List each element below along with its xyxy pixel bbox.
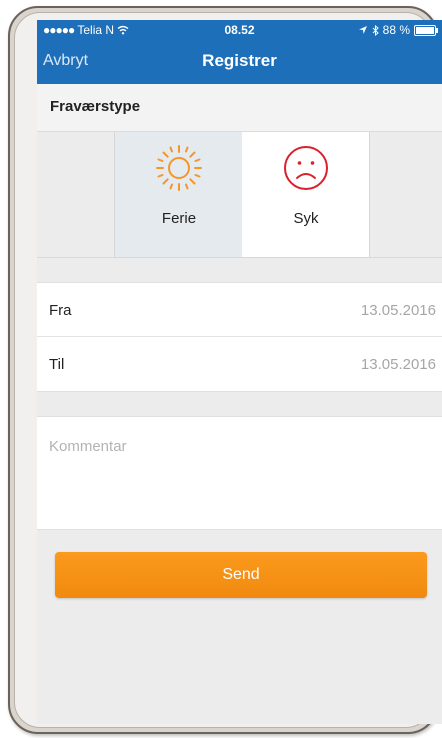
absence-type-selector: Ferie Syk [37,132,442,258]
absence-type-syk[interactable]: Syk [242,132,370,257]
to-date-label: Til [49,356,65,373]
absence-type-ferie[interactable]: Ferie [114,132,242,257]
page-title: Registrer [202,51,277,70]
send-button[interactable]: Send [55,552,427,598]
sun-icon [156,145,202,191]
date-group: Fra 13.05.2016 Til 13.05.2016 [37,282,442,392]
status-bar: ●●●●● Telia N 08.52 88 % [37,20,442,40]
absence-type-title: Fraværstype [50,98,141,115]
phone-frame: ●●●●● Telia N 08.52 88 % Avbryt Registre… [8,6,442,734]
battery-icon [414,24,438,36]
comment-field[interactable]: Kommentar [37,416,442,530]
from-date-value: 13.05.2016 [360,302,436,319]
battery-percent: 88 % [382,23,410,37]
nav-bar: Avbryt Registrer [37,40,442,84]
to-date-value: 13.05.2016 [360,356,436,373]
comment-placeholder: Kommentar [49,438,127,455]
from-date-label: Fra [49,302,72,319]
status-right: 88 % [358,23,438,37]
bluetooth-icon [372,24,379,36]
to-date-row[interactable]: Til 13.05.2016 [37,337,442,391]
sad-face-icon [284,146,328,190]
from-date-row[interactable]: Fra 13.05.2016 [37,283,442,337]
absence-type-label: Ferie [161,210,197,227]
location-arrow-icon [358,26,367,34]
absence-type-label: Syk [293,210,319,227]
absence-type-header: Fraværstype [37,84,442,132]
app-screen: ●●●●● Telia N 08.52 88 % Avbryt Registre… [37,20,442,724]
